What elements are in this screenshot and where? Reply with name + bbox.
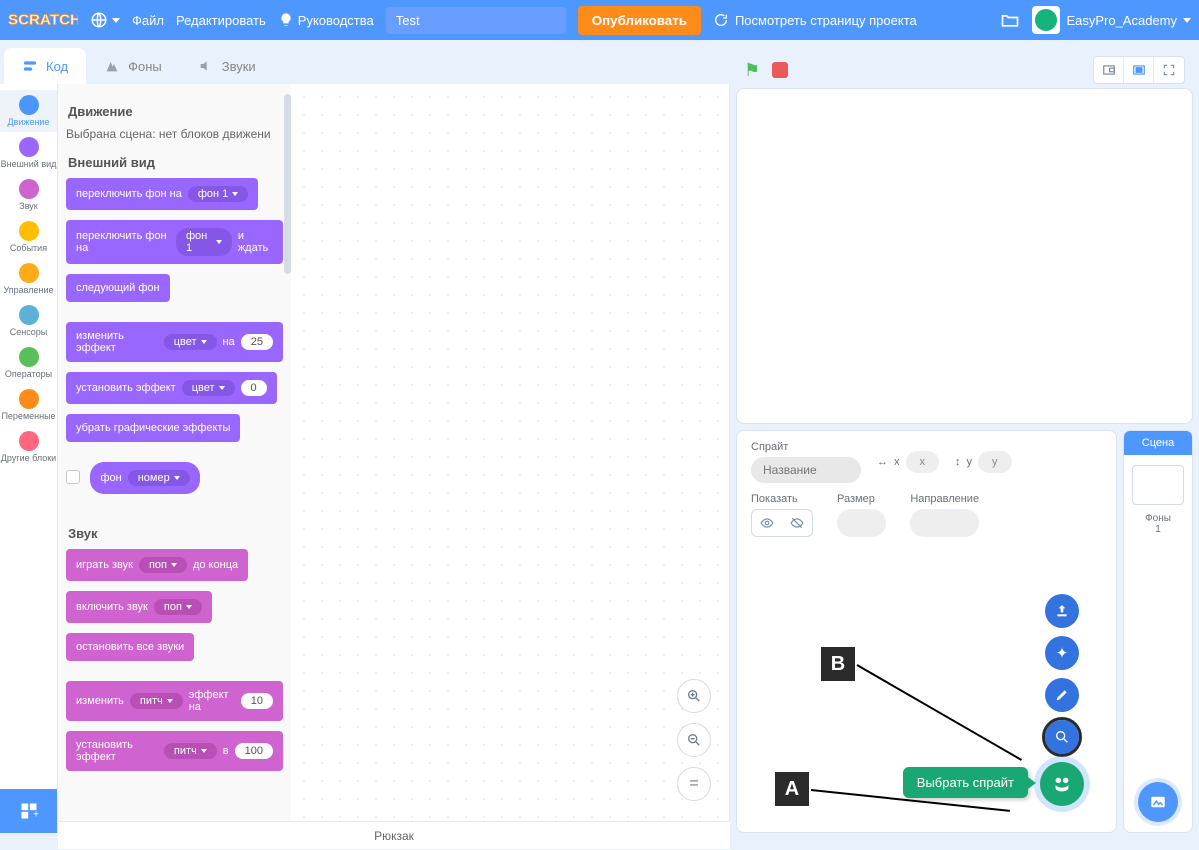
block-change-pitch[interactable]: изменить питч эффект на 10 [66,681,283,721]
motion-heading: Движение [68,104,283,119]
file-menu[interactable]: Файл [132,13,164,28]
category-looks[interactable]: Внешний вид [0,132,57,174]
block-switch-backdrop[interactable]: переключить фон на фон 1 [66,178,258,210]
edit-menu[interactable]: Редактировать [176,13,266,28]
show-button[interactable] [752,510,782,536]
sprite-label: Спрайт [751,441,861,453]
zoom-in-button[interactable] [677,679,711,713]
size-label: Размер [837,493,886,505]
category-motion[interactable]: Движение [0,90,57,132]
category-variables[interactable]: Переменные [0,384,57,426]
size-value[interactable] [837,509,886,537]
stop-icon[interactable] [772,62,788,78]
block-set-pitch[interactable]: установить эффект питч в 100 [66,731,283,771]
category-operators[interactable]: Операторы [0,342,57,384]
category-column: Движение Внешний вид Звук События Управл… [0,84,58,833]
sprite-name-input[interactable] [751,457,861,483]
sprite-list[interactable]: B A ✦ Выбрать спрайт [751,547,1102,822]
block-change-effect[interactable]: изменить эффект цвет на 25 [66,322,283,362]
show-label: Показать [751,493,813,505]
scratch-logo[interactable]: SCRATCH [8,6,78,34]
annotation-b-marker: B [821,647,855,681]
project-title-input[interactable] [386,7,566,34]
block-switch-backdrop-wait[interactable]: переключить фон на фон 1 и ждать [66,220,283,264]
block-play-sound-until[interactable]: играть звук поп до конца [66,549,248,581]
direction-label: Направление [910,493,979,505]
see-project-page[interactable]: Посмотреть страницу проекта [713,12,917,28]
block-start-sound[interactable]: включить звук поп [66,591,212,623]
account-menu[interactable]: EasyPro_Academy [1032,6,1191,34]
y-value[interactable]: y [978,451,1012,473]
stage-large-icon[interactable] [1124,57,1154,83]
sprite-upload-icon[interactable] [1045,594,1079,628]
sprite-info-panel: Спрайт ↔ x x ↕ y y [736,430,1117,833]
zoom-reset-button[interactable]: = [677,767,711,801]
block-stop-sounds[interactable]: остановить все звуки [66,633,194,661]
tutorials-button[interactable]: Руководства [278,12,374,28]
block-set-effect[interactable]: установить эффект цвет 0 [66,372,277,404]
category-events[interactable]: События [0,216,57,258]
hide-button[interactable] [782,510,812,536]
sprite-paint-icon[interactable] [1045,678,1079,712]
category-myblocks[interactable]: Другие блоки [0,426,57,468]
menu-bar: SCRATCH Файл Редактировать Руководства О… [0,0,1199,40]
y-arrows-icon: ↕ [955,456,961,468]
backdrops-label: Фоны [1145,513,1171,524]
tab-row: Код Фоны Звуки ⚑ [0,40,1199,84]
backpack-panel[interactable]: Рюкзак [58,821,730,849]
svg-text:SCRATCH: SCRATCH [8,12,78,29]
category-sound[interactable]: Звук [0,174,57,216]
tab-costumes[interactable]: Фоны [86,48,180,84]
share-button[interactable]: Опубликовать [578,6,701,35]
looks-heading: Внешний вид [68,155,283,170]
green-flag-icon[interactable]: ⚑ [744,60,760,81]
x-arrows-icon: ↔ [877,456,888,468]
block-backdrop-name[interactable]: фон номер [90,462,199,494]
stage-area [736,88,1193,424]
add-extension-button[interactable]: + [0,789,57,833]
sprite-surprise-icon[interactable]: ✦ [1045,636,1079,670]
sprite-search-icon[interactable] [1045,720,1079,754]
add-backdrop-button[interactable] [1138,782,1178,822]
annotation-b-line [857,664,1023,761]
zoom-out-button[interactable] [677,723,711,757]
sound-heading: Звук [68,526,283,541]
backdrop-reporter-checkbox[interactable] [66,470,80,484]
stage-small-icon[interactable] [1094,57,1124,83]
backdrops-count: 1 [1155,524,1161,535]
category-sensing[interactable]: Сенсоры [0,300,57,342]
stage-canvas[interactable] [736,88,1193,424]
stage-thumbnail[interactable] [1132,465,1184,505]
block-palette[interactable]: Движение Выбрана сцена: нет блоков движе… [58,84,291,821]
stage-full-icon[interactable] [1154,57,1184,83]
category-control[interactable]: Управление [0,258,57,300]
choose-sprite-tooltip: Выбрать спрайт [903,767,1028,798]
motion-empty-note: Выбрана сцена: нет блоков движени [66,127,283,141]
tab-code[interactable]: Код [4,48,86,84]
palette-scrollbar[interactable] [284,94,291,274]
svg-text:+: + [33,810,39,821]
add-sprite-button[interactable] [1040,762,1084,806]
direction-value[interactable] [910,509,979,537]
stage-selector[interactable]: Сцена Фоны 1 [1123,430,1193,833]
x-label: x [894,456,900,468]
my-stuff-icon[interactable] [1000,10,1020,30]
language-selector[interactable] [90,11,120,29]
tab-sounds[interactable]: Звуки [180,48,274,84]
x-value[interactable]: x [906,451,940,473]
y-label: y [967,456,973,468]
stage-header-label: Сцена [1124,431,1192,455]
block-next-backdrop[interactable]: следующий фон [66,274,170,302]
user-avatar [1032,6,1060,34]
code-workspace[interactable]: = [295,88,725,821]
block-clear-effects[interactable]: убрать графические эффекты [66,414,240,442]
annotation-a-marker: A [775,772,809,806]
